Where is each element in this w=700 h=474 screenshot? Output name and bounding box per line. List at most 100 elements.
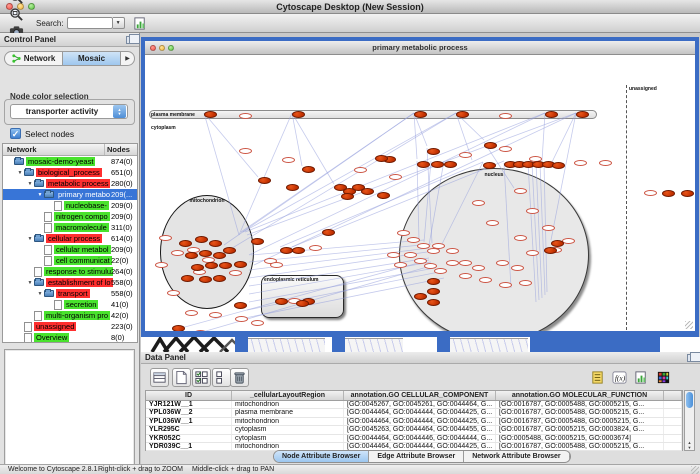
network-node[interactable] [544,247,557,254]
table-cell[interactable]: YPL036W__1 [146,418,232,425]
tree-row[interactable]: ▼primary metabo209(... [3,189,137,200]
table-row[interactable]: YKR052Ccytoplasm[GO:0044464, GO:0044446,… [146,435,682,443]
network-node[interactable] [191,264,204,271]
table-row[interactable]: YJR121W__1mitochondrion[GO:0045267, GO:0… [146,401,682,409]
tree-column-nodes[interactable]: Nodes [105,144,137,155]
network-node[interactable] [576,111,589,118]
table-cell[interactable]: cytoplasm [232,435,344,442]
network-node[interactable] [181,275,194,282]
node-color-dropdown[interactable]: transporter activity ▲▼ [10,104,128,119]
tree-row[interactable]: macromolecule311(0) [3,222,137,233]
table-cell[interactable]: YKR052C [146,435,232,442]
network-node[interactable] [195,236,208,243]
tree-row[interactable]: unassigned223(0) [3,321,137,332]
network-node[interactable] [213,252,226,259]
import-attributes-button[interactable] [632,368,651,387]
background-window-edge[interactable] [437,337,450,352]
network-node[interactable] [427,148,440,155]
column-header[interactable]: annotation.GO MOLECULAR_FUNCTION [496,391,664,400]
tree-row[interactable]: response to stimulu264(0) [3,266,137,277]
table-cell[interactable]: YLR295C [146,426,232,433]
table-row[interactable]: YPL036W__2plasma membrane[GO:0044464, GO… [146,409,682,417]
network-node[interactable] [292,111,305,118]
table-row[interactable]: YPL036W__1mitochondrion[GO:0044464, GO:0… [146,418,682,426]
network-node[interactable] [431,161,444,168]
unselect-attributes-button[interactable] [212,368,231,387]
expand-arrow-icon[interactable]: ▼ [16,170,24,176]
tree-row[interactable]: cell communicat22(0) [3,255,137,266]
tree-column-network[interactable]: Network [3,144,105,155]
float-panel-icon[interactable] [126,36,135,44]
tree-row[interactable]: secretion41(0) [3,299,137,310]
background-window-edge[interactable] [332,337,345,352]
table-cell[interactable]: cytoplasm [232,426,344,433]
select-attributes-button[interactable] [192,368,211,387]
background-window-edge[interactable] [530,337,660,352]
create-attribute-button[interactable] [172,368,191,387]
window-resize-grip[interactable] [685,321,693,329]
table-cell[interactable]: YJR121W__1 [146,401,232,408]
table-cell[interactable]: [GO:0016787, GO:0005488, GO:0005215, G..… [496,409,664,416]
network-node[interactable] [414,293,427,300]
tree-row[interactable]: ▼metabolic process280(0) [3,178,137,189]
network-node[interactable] [427,299,440,306]
network-node[interactable] [322,229,335,236]
table-cell[interactable]: [GO:0016787, GO:0005215, GO:0003824, G..… [496,426,664,433]
table-cell[interactable]: [GO:0045267, GO:0045261, GO:0044464, G..… [344,401,496,408]
import-attributes-icon[interactable] [131,15,151,32]
tab-network-attribute-browser[interactable]: Network Attribute Browser [464,451,569,462]
zoom-selected-icon[interactable] [6,6,26,23]
network-node[interactable] [681,190,694,197]
tree-row[interactable]: Overview8(0) [3,332,137,343]
tab-node-attribute-browser[interactable]: Node Attribute Browser [274,451,369,462]
delete-attribute-button[interactable] [230,368,249,387]
background-window-strip[interactable] [248,338,325,352]
table-row[interactable]: YLR295Ccytoplasm[GO:0045263, GO:0044464,… [146,426,682,434]
table-cell[interactable]: YPL036W__2 [146,409,232,416]
network-node[interactable] [219,262,232,269]
network-node[interactable] [375,155,388,162]
search-dropdown-icon[interactable]: ▼ [113,17,125,29]
table-cell[interactable]: [GO:0044464, GO:0044444, GO:0044425, G..… [344,409,496,416]
network-node[interactable] [417,161,430,168]
table-cell[interactable]: [GO:0016787, GO:0005488, GO:0005215, G..… [496,418,664,425]
tab-mosaic[interactable]: Mosaic [63,52,121,65]
expand-arrow-icon[interactable]: ▼ [26,181,34,187]
network-node[interactable] [199,276,212,283]
network-node[interactable] [296,300,309,307]
network-node[interactable] [456,111,469,118]
table-cell[interactable]: [GO:0016787, GO:0005488, GO:0005215, G..… [496,401,664,408]
network-node[interactable] [427,288,440,295]
table-cell[interactable]: [GO:0045263, GO:0044464, GO:0044455, G..… [344,426,496,433]
network-node[interactable] [213,275,226,282]
tabs-overflow-icon[interactable]: ▶ [121,52,134,65]
network-node[interactable] [209,240,222,247]
network-node[interactable] [545,111,558,118]
table-scrollbar[interactable]: ▲▼ [684,390,695,451]
tree-row[interactable]: nucleobase-209(0) [3,200,137,211]
expand-arrow-icon[interactable]: ▼ [36,192,44,198]
background-window-edge[interactable] [235,337,248,352]
tree-row[interactable]: ▼biological_process651(0) [3,167,137,178]
network-window-titlebar[interactable]: primary metabolic process [145,41,695,55]
tree-row[interactable]: mosaic-demo-yeast874(0) [3,156,137,167]
table-cell[interactable]: YDR039C__1 [146,443,232,450]
network-node[interactable] [258,177,271,184]
network-node[interactable] [377,192,390,199]
table-cell[interactable]: plasma membrane [232,409,344,416]
network-node[interactable] [552,162,565,169]
column-header[interactable]: ID [146,391,232,400]
table-cell[interactable]: mitochondrion [232,418,344,425]
tree-row[interactable]: multi-organism pro42(0) [3,310,137,321]
scrollbar-arrows-icon[interactable]: ▲▼ [685,440,694,450]
column-header[interactable]: _cellularLayoutRegion [232,391,344,400]
birdseye-view[interactable] [4,349,135,474]
table-cell[interactable]: mitochondrion [232,401,344,408]
float-data-panel-icon[interactable] [687,354,696,362]
network-node[interactable] [341,193,354,200]
select-nodes-checkbox[interactable]: ✓ [10,128,21,139]
background-window-strip[interactable] [345,338,403,352]
function-builder-button[interactable]: f(x) [610,368,629,387]
network-node[interactable] [205,262,218,269]
network-node[interactable] [234,261,247,268]
